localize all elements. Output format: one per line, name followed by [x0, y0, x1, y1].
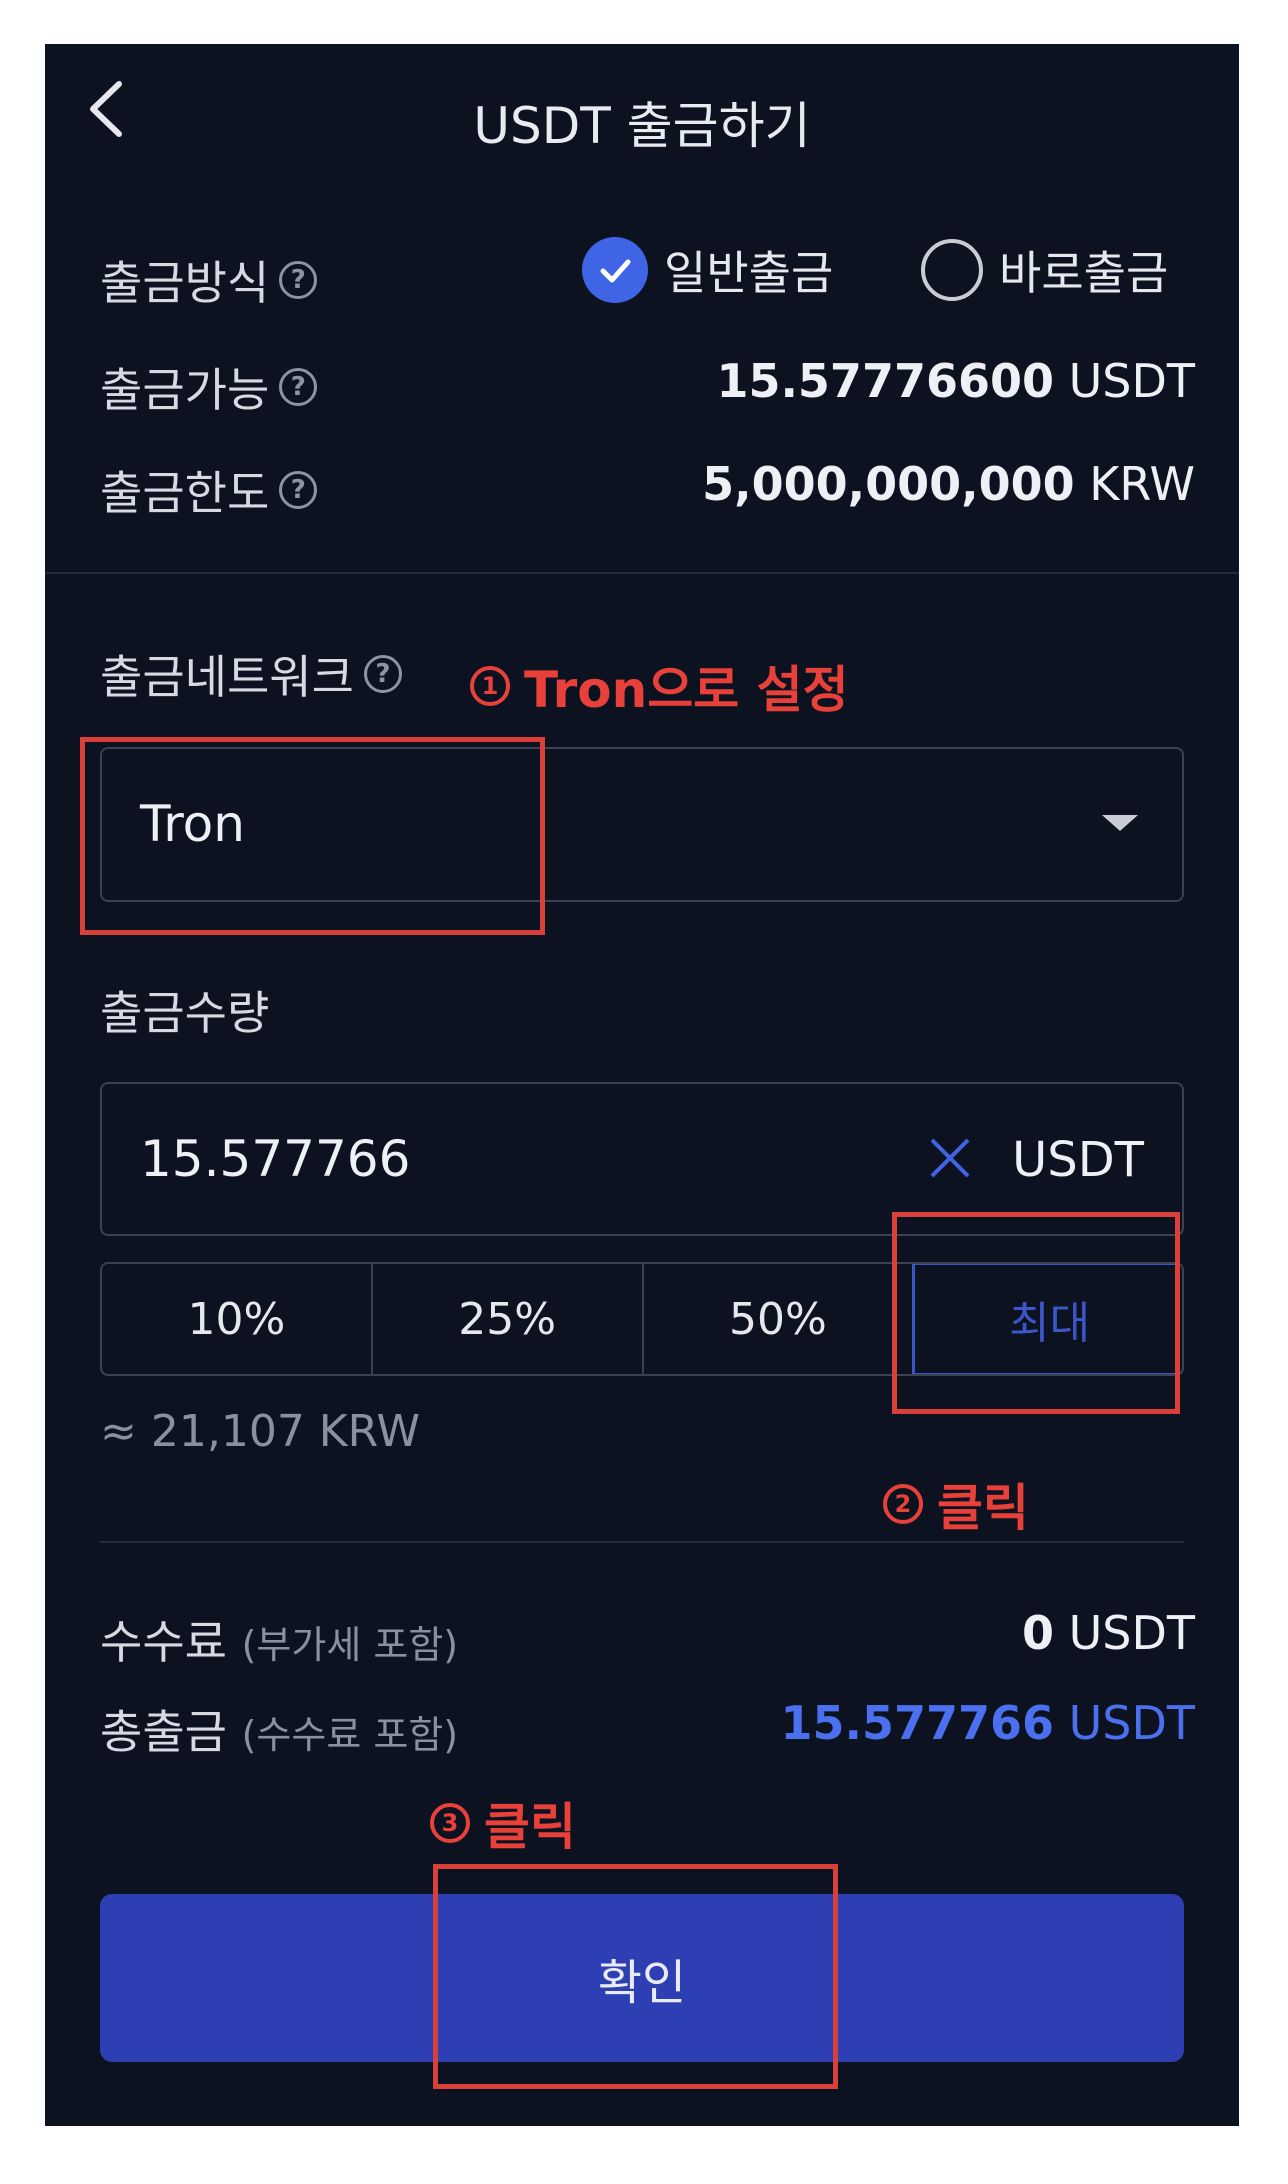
- step1-number: 1: [470, 666, 510, 706]
- available-amount: 15.57776600: [716, 354, 1054, 408]
- radio-instant[interactable]: 바로출금: [921, 237, 1168, 303]
- step2-number: 2: [883, 1484, 923, 1524]
- available-label: 출금가능: [100, 363, 270, 417]
- help-icon[interactable]: ?: [279, 471, 318, 509]
- radio-unchecked-icon: [921, 239, 983, 301]
- total-note: (수수료 포함): [241, 1713, 459, 1757]
- fee-value: 0 USDT: [1022, 1606, 1195, 1660]
- highlight-box-network: [80, 737, 545, 935]
- step3-number: 3: [430, 1803, 470, 1843]
- network-label-row: 출금네트워크 ?: [100, 641, 402, 707]
- help-icon[interactable]: ?: [279, 261, 318, 299]
- radio-general[interactable]: 일반출금: [582, 237, 833, 303]
- fee-divider: [100, 1541, 1184, 1543]
- limit-value: 5,000,000,000 KRW: [702, 457, 1195, 511]
- limit-unit: KRW: [1089, 457, 1195, 511]
- fee-note: (부가세 포함): [241, 1623, 459, 1667]
- quantity-unit: USDT: [1012, 1132, 1144, 1188]
- available-unit: USDT: [1068, 354, 1195, 408]
- withdraw-screen: USDT 출금하기 출금방식 ? 일반출금 바로출금 출금가능 ? 15.577…: [45, 44, 1239, 2126]
- fee-label-row: 수수료 (부가세 포함): [100, 1606, 458, 1672]
- network-label: 출금네트워크: [100, 650, 354, 704]
- step1-text: Tron으로 설정: [524, 661, 849, 719]
- krw-estimate: ≈ 21,107 KRW: [100, 1406, 420, 1457]
- total-value: 15.577766 USDT: [780, 1696, 1195, 1750]
- help-icon[interactable]: ?: [279, 368, 318, 406]
- available-value: 15.57776600 USDT: [716, 354, 1195, 408]
- percent-25-button[interactable]: 25%: [373, 1264, 644, 1374]
- total-label-row: 총출금 (수수료 포함): [100, 1696, 458, 1762]
- available-label-row: 출금가능 ?: [100, 354, 318, 420]
- fee-unit: USDT: [1068, 1606, 1195, 1660]
- annotation-step1: 1 Tron으로 설정: [470, 650, 849, 722]
- fee-amount: 0: [1021, 1606, 1054, 1660]
- highlight-box-max: [892, 1212, 1180, 1414]
- method-label-row: 출금방식 ?: [100, 247, 318, 313]
- radio-general-label: 일반출금: [664, 246, 834, 300]
- limit-amount: 5,000,000,000: [702, 457, 1075, 511]
- caret-down-icon: [1102, 813, 1138, 837]
- page-title: USDT 출금하기: [473, 97, 811, 155]
- percent-50-button[interactable]: 50%: [644, 1264, 915, 1374]
- total-unit: USDT: [1068, 1696, 1195, 1750]
- step2-text: 클릭: [937, 1479, 1029, 1537]
- limit-label: 출금한도: [100, 466, 270, 520]
- radio-checked-icon: [582, 237, 648, 303]
- step3-text: 클릭: [484, 1798, 576, 1856]
- quantity-label: 출금수량: [100, 986, 270, 1040]
- method-label: 출금방식: [100, 256, 270, 310]
- section-divider: [45, 572, 1239, 574]
- fee-label: 수수료: [100, 1615, 227, 1669]
- limit-label-row: 출금한도 ?: [100, 457, 318, 523]
- annotation-step3: 3 클릭: [430, 1787, 576, 1859]
- total-amount: 15.577766: [780, 1696, 1054, 1750]
- annotation-step2: 2 클릭: [883, 1468, 1029, 1540]
- clear-icon[interactable]: [928, 1136, 972, 1184]
- highlight-box-confirm: [433, 1864, 838, 2089]
- total-label: 총출금: [100, 1705, 227, 1759]
- quantity-value: 15.577766: [140, 1130, 411, 1188]
- percent-10-button[interactable]: 10%: [102, 1264, 373, 1374]
- help-icon[interactable]: ?: [363, 655, 402, 693]
- radio-instant-label: 바로출금: [999, 246, 1169, 300]
